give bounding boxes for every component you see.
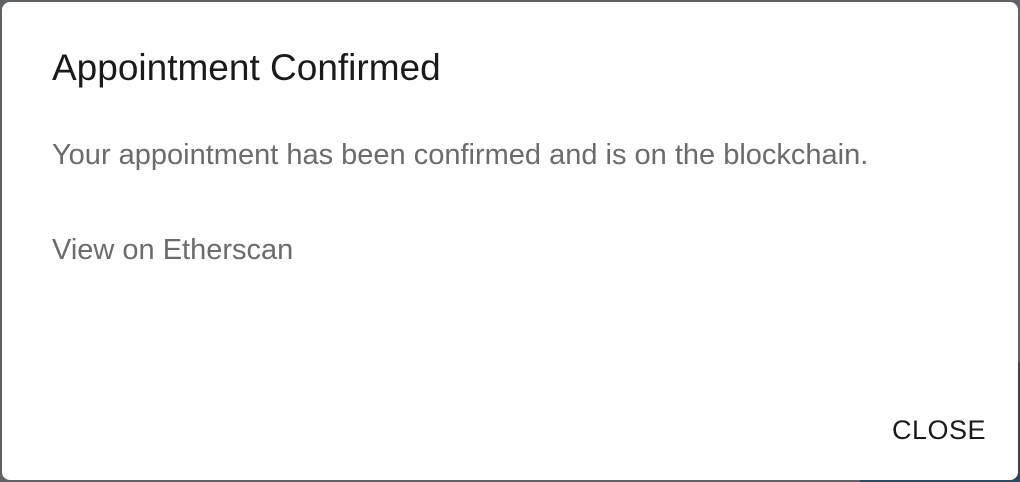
close-button[interactable]: CLOSE <box>880 406 998 454</box>
dialog-title: Appointment Confirmed <box>52 47 441 88</box>
confirmation-dialog: Appointment Confirmed Your appointment h… <box>2 2 1018 480</box>
etherscan-link[interactable]: View on Etherscan <box>52 232 293 268</box>
dialog-message: Your appointment has been confirmed and … <box>52 139 869 171</box>
